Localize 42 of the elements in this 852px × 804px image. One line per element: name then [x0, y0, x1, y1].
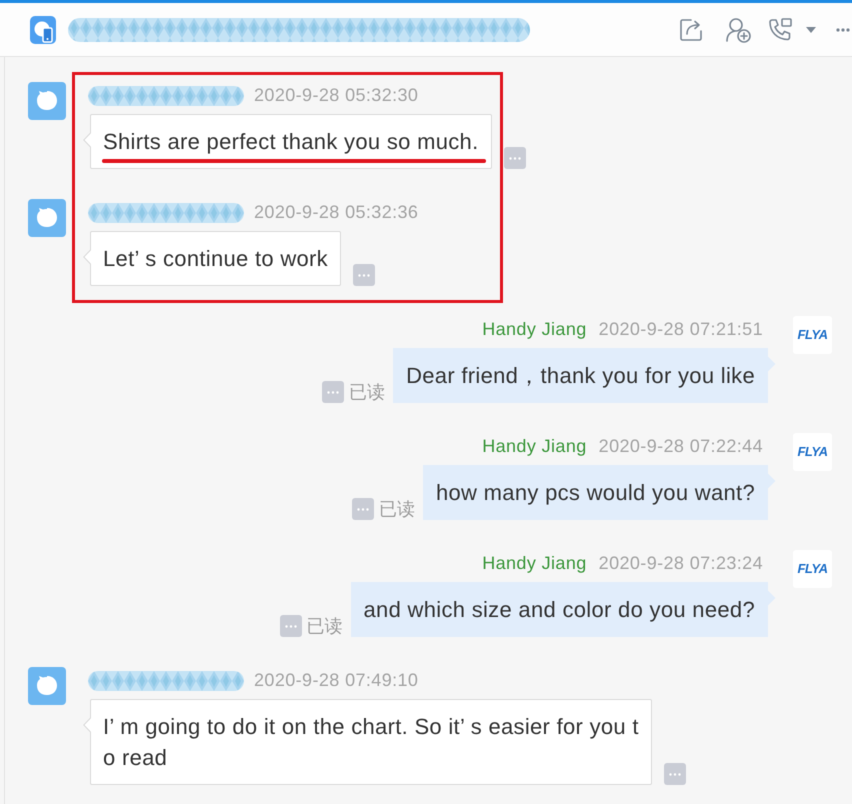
more-button[interactable] — [504, 147, 526, 169]
more-button[interactable] — [280, 615, 302, 637]
more-button[interactable] — [352, 264, 375, 286]
more-icon[interactable] — [836, 28, 850, 32]
more-button[interactable] — [664, 763, 686, 785]
phone-icon[interactable] — [766, 16, 794, 44]
more-button[interactable] — [352, 498, 374, 520]
logo-avatar: FLYA — [793, 433, 832, 471]
avatar-icon — [28, 82, 66, 120]
avatar-icon — [28, 667, 66, 705]
read-status: 已读 — [378, 498, 415, 520]
more-icon — [356, 508, 369, 510]
sender-name: Handy Jiang — [482, 435, 587, 458]
message-bubble: Shirts are perfect thank you so much. — [90, 114, 492, 169]
message-bubble: how many pcs would you want? — [422, 465, 768, 520]
message-time: 2020-9-28 07:23:24 — [598, 552, 763, 575]
message-time: 2020-9-28 07:49:10 — [254, 669, 418, 692]
message-time: 2020-9-28 07:22:44 — [598, 435, 763, 458]
message-bubble: and which size and color do you need? — [350, 582, 768, 637]
more-icon — [358, 274, 370, 276]
message-time: 2020-9-28 07:21:51 — [598, 318, 763, 341]
more-icon — [508, 156, 520, 160]
more-icon — [668, 772, 681, 776]
add-contact-icon[interactable] — [724, 16, 752, 44]
sender-name: Handy Jiang — [482, 318, 587, 341]
caret-icon[interactable] — [806, 26, 816, 32]
message-time: 2020-9-28 05:32:36 — [254, 201, 418, 224]
logo-avatar: FLYA — [793, 316, 832, 354]
message-bubble: Dear friend，thank you for you like — [393, 348, 768, 403]
more-icon — [284, 624, 297, 628]
message-bubble: I’ m going to do it on the chart. So it’ s easier for you t o read — [90, 699, 652, 785]
contact-avatar-icon — [30, 16, 56, 44]
more-icon — [327, 390, 340, 394]
logo-avatar: FLYA — [793, 550, 832, 588]
sender-name: Handy Jiang — [482, 552, 587, 575]
share-icon[interactable] — [678, 16, 704, 42]
read-status: 已读 — [306, 615, 343, 637]
message-bubble: Let’ s continue to work — [90, 231, 341, 286]
read-status: 已读 — [349, 381, 386, 403]
message-time: 2020-9-28 05:32:30 — [254, 84, 418, 107]
more-button[interactable] — [322, 381, 344, 403]
avatar-icon — [28, 199, 66, 237]
